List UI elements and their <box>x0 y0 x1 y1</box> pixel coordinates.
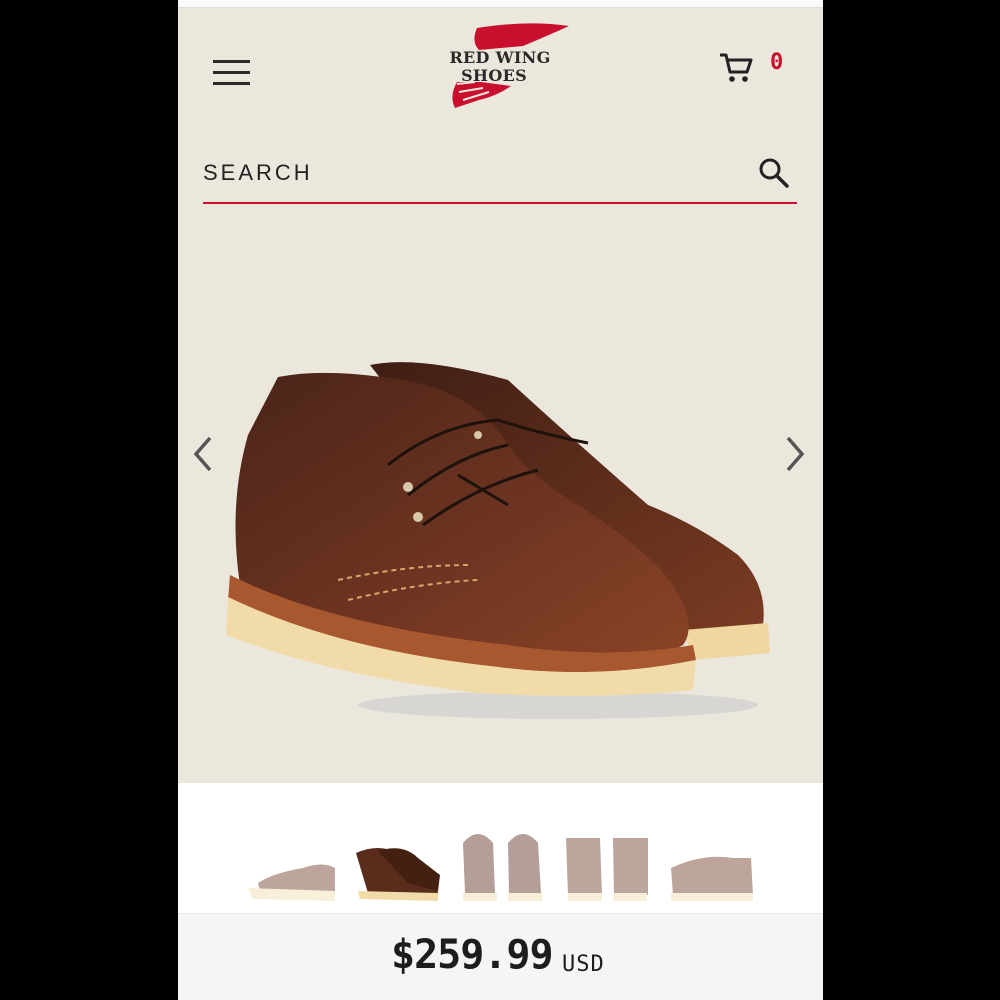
chevron-left-icon[interactable] <box>188 432 218 476</box>
brand-name-line2: SHOES <box>461 66 527 85</box>
product-page: RED WING SHOES 0 SEARCH $259.99 USD <box>178 0 823 1000</box>
search-underline <box>203 202 797 204</box>
thumbnail-front-view[interactable] <box>453 813 553 908</box>
price-bar: $259.99 USD <box>178 913 823 1000</box>
product-price: $259.99 <box>391 932 554 978</box>
thumbnail-back-view[interactable] <box>558 813 658 908</box>
search-input[interactable] <box>203 145 743 201</box>
product-main-image[interactable] <box>178 205 823 783</box>
thumbnail-inner-side-view[interactable] <box>663 813 763 908</box>
price-currency: USD <box>562 952 605 977</box>
status-strip <box>178 0 823 8</box>
chukka-boot-image <box>226 362 770 719</box>
brand-name-line1: RED WING <box>449 48 551 67</box>
cart-button[interactable]: 0 <box>718 46 798 86</box>
thumbnail-angle-view-selected[interactable] <box>348 813 448 908</box>
chevron-right-icon[interactable] <box>780 432 810 476</box>
thumbnail-side-view[interactable] <box>243 813 343 908</box>
cart-count-badge: 0 <box>770 50 784 75</box>
shopping-cart-icon <box>720 53 753 82</box>
search-bar <box>203 145 797 205</box>
hamburger-menu-icon[interactable] <box>211 58 253 88</box>
thumbnail-strip <box>178 783 823 913</box>
brand-logo[interactable]: RED WING SHOES <box>427 22 577 114</box>
magnifier-icon[interactable] <box>756 155 792 191</box>
